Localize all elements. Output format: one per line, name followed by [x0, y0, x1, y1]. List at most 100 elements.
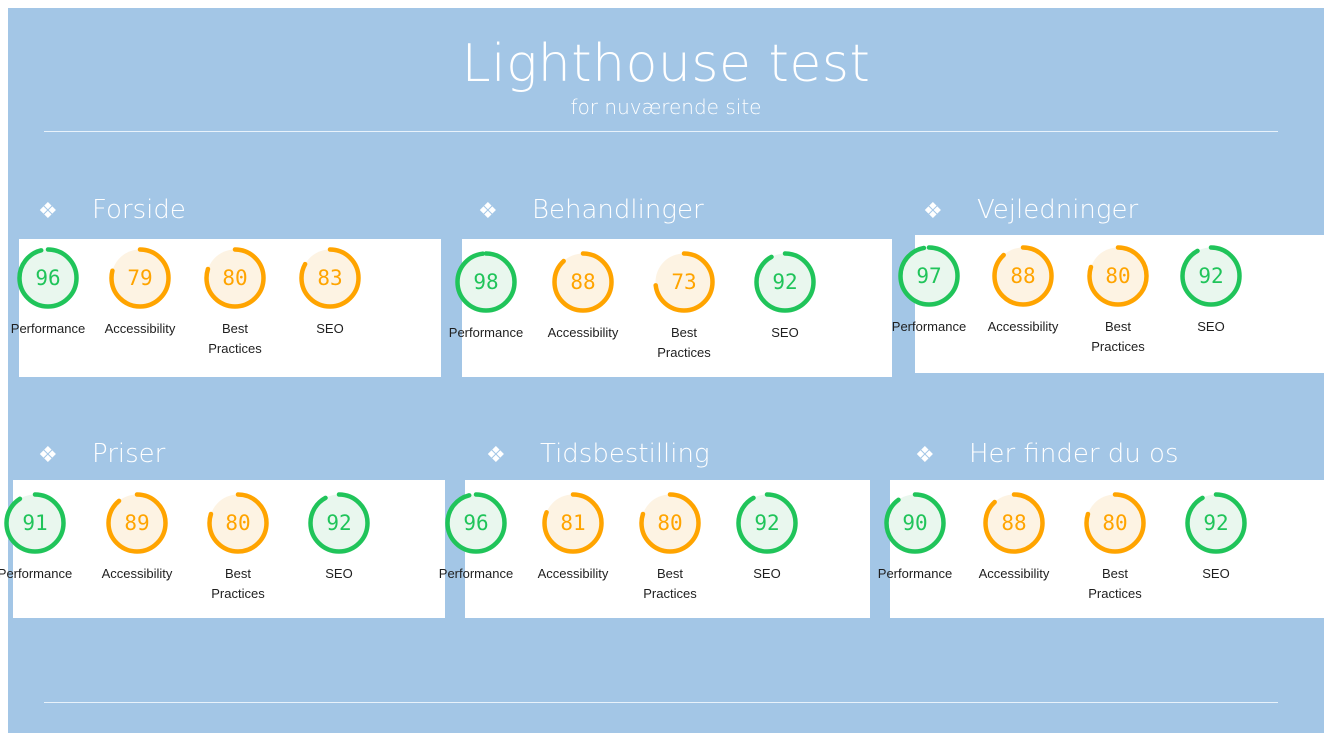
- slide: Lighthouse test for nuværende site ❖ Fors…: [0, 8, 1330, 733]
- gauge-best-practices: 80 Best Practices: [1073, 244, 1163, 357]
- score-ring: 96: [444, 491, 508, 555]
- top-divider: [44, 131, 1278, 132]
- score-ring: 92: [1179, 244, 1243, 308]
- metric-label: SEO: [325, 566, 353, 581]
- score-card-priser: 91 Performance 89 Accessibility 80 Best Pract…: [0, 480, 445, 618]
- gauge-performance: 90 Performance: [870, 491, 960, 584]
- gauge-accessibility: 88 Accessibility: [969, 491, 1059, 584]
- metric-label: Best Practices: [643, 566, 697, 601]
- metric-label: Accessibility: [978, 566, 1050, 581]
- slide-title: Lighthouse test: [461, 34, 871, 94]
- score-ring: 97: [897, 244, 961, 308]
- score-value: 73: [671, 270, 697, 294]
- score-card-behandlinger: 98 Performance 88 Accessibility 73 Best Pract…: [449, 239, 892, 377]
- score-ring: 80: [1083, 491, 1147, 555]
- section-heading-her-finder-du-os: ❖ Her finder du os: [915, 438, 1179, 472]
- gauge-accessibility: 89 Accessibility: [92, 491, 182, 584]
- gauge-best-practices: 80 Best Practices: [193, 491, 283, 604]
- score-value: 96: [35, 266, 61, 290]
- slide-subtitle: for nuværende site: [570, 95, 762, 119]
- score-ring: 88: [991, 244, 1055, 308]
- score-value: 96: [463, 511, 489, 535]
- bottom-divider: [44, 702, 1278, 703]
- score-ring: 88: [982, 491, 1046, 555]
- gauge-best-practices: 80 Best Practices: [625, 491, 715, 604]
- metric-label: SEO: [1202, 566, 1230, 581]
- score-card-her-finder-du-os: 90 Performance 88 Accessibility 80 Best Pract…: [878, 480, 1330, 618]
- score-value: 89: [124, 511, 150, 535]
- metric-label: SEO: [771, 325, 799, 340]
- metric-label: Accessibility: [537, 566, 609, 581]
- gauge-accessibility: 79 Accessibility: [95, 246, 185, 339]
- section-heading-behandlinger: ❖ Behandlinger: [478, 194, 704, 228]
- score-value: 92: [772, 270, 798, 294]
- score-value: 80: [1105, 264, 1131, 288]
- score-value: 83: [317, 266, 343, 290]
- gauge-best-practices: 80 Best Practices: [1070, 491, 1160, 604]
- diamond-bullet-icon: ❖: [38, 199, 58, 224]
- metric-label: Best Practices: [1088, 566, 1142, 601]
- score-ring: 92: [1184, 491, 1248, 555]
- score-value: 92: [1198, 264, 1224, 288]
- gauge-seo: 92 SEO: [1166, 244, 1256, 337]
- section-title: Behandlinger: [532, 195, 704, 225]
- section-title: Forside: [92, 195, 186, 225]
- score-ring: 80: [206, 491, 270, 555]
- score-ring: 83: [298, 246, 362, 310]
- metric-label: Performance: [877, 566, 953, 581]
- score-card-forside: 96 Performance 79 Accessibility 80 Best Pract…: [11, 239, 441, 377]
- section-heading-forside: ❖ Forside: [38, 194, 186, 228]
- gauge-best-practices: 73 Best Practices: [639, 250, 729, 363]
- score-value: 79: [127, 266, 153, 290]
- section-title: Tidsbestilling: [540, 439, 710, 469]
- score-ring: 80: [1086, 244, 1150, 308]
- score-value: 88: [1010, 264, 1036, 288]
- score-ring: 80: [203, 246, 267, 310]
- metric-label: Performance: [10, 321, 86, 336]
- gauge-performance: 96 Performance: [3, 246, 93, 339]
- gauge-accessibility: 81 Accessibility: [528, 491, 618, 584]
- metric-label: Best Practices: [208, 321, 262, 356]
- score-value: 98: [473, 270, 499, 294]
- metric-label: Performance: [448, 325, 524, 340]
- metric-label: Accessibility: [104, 321, 176, 336]
- metric-label: Best Practices: [211, 566, 265, 601]
- gauge-seo: 92 SEO: [1171, 491, 1261, 584]
- score-card-vejledninger: 97 Performance 88 Accessibility 80 Best Pract…: [892, 235, 1327, 373]
- diamond-bullet-icon: ❖: [478, 199, 498, 224]
- diamond-bullet-icon: ❖: [38, 443, 58, 468]
- score-value: 80: [657, 511, 683, 535]
- score-value: 81: [560, 511, 586, 535]
- score-ring: 73: [652, 250, 716, 314]
- metric-label: Best Practices: [1091, 319, 1145, 354]
- score-ring: 79: [108, 246, 172, 310]
- score-ring: 80: [638, 491, 702, 555]
- score-card-tidsbestilling: 96 Performance 81 Accessibility 80 Best Pract…: [439, 480, 870, 618]
- metric-label: Performance: [0, 566, 73, 581]
- metric-label: SEO: [316, 321, 344, 336]
- gauge-accessibility: 88 Accessibility: [538, 250, 628, 343]
- gauge-best-practices: 80 Best Practices: [190, 246, 280, 359]
- score-value: 80: [225, 511, 251, 535]
- score-value: 92: [754, 511, 780, 535]
- gauge-seo: 83 SEO: [285, 246, 375, 339]
- score-value: 97: [916, 264, 942, 288]
- section-title: Vejledninger: [977, 195, 1139, 225]
- score-value: 92: [1203, 511, 1229, 535]
- metric-label: Performance: [891, 319, 967, 334]
- metric-label: Accessibility: [547, 325, 619, 340]
- gauge-seo: 92 SEO: [740, 250, 830, 343]
- score-ring: 98: [454, 250, 518, 314]
- section-heading-priser: ❖ Priser: [38, 438, 165, 472]
- score-ring: 81: [541, 491, 605, 555]
- score-ring: 92: [753, 250, 817, 314]
- gauge-performance: 96 Performance: [431, 491, 521, 584]
- metric-label: Accessibility: [987, 319, 1059, 334]
- score-value: 88: [570, 270, 596, 294]
- score-value: 91: [22, 511, 48, 535]
- score-ring: 89: [105, 491, 169, 555]
- section-heading-tidsbestilling: ❖ Tidsbestilling: [486, 438, 710, 472]
- gauge-seo: 92 SEO: [294, 491, 384, 584]
- metric-label: Performance: [438, 566, 514, 581]
- gauge-performance: 91 Performance: [0, 491, 80, 584]
